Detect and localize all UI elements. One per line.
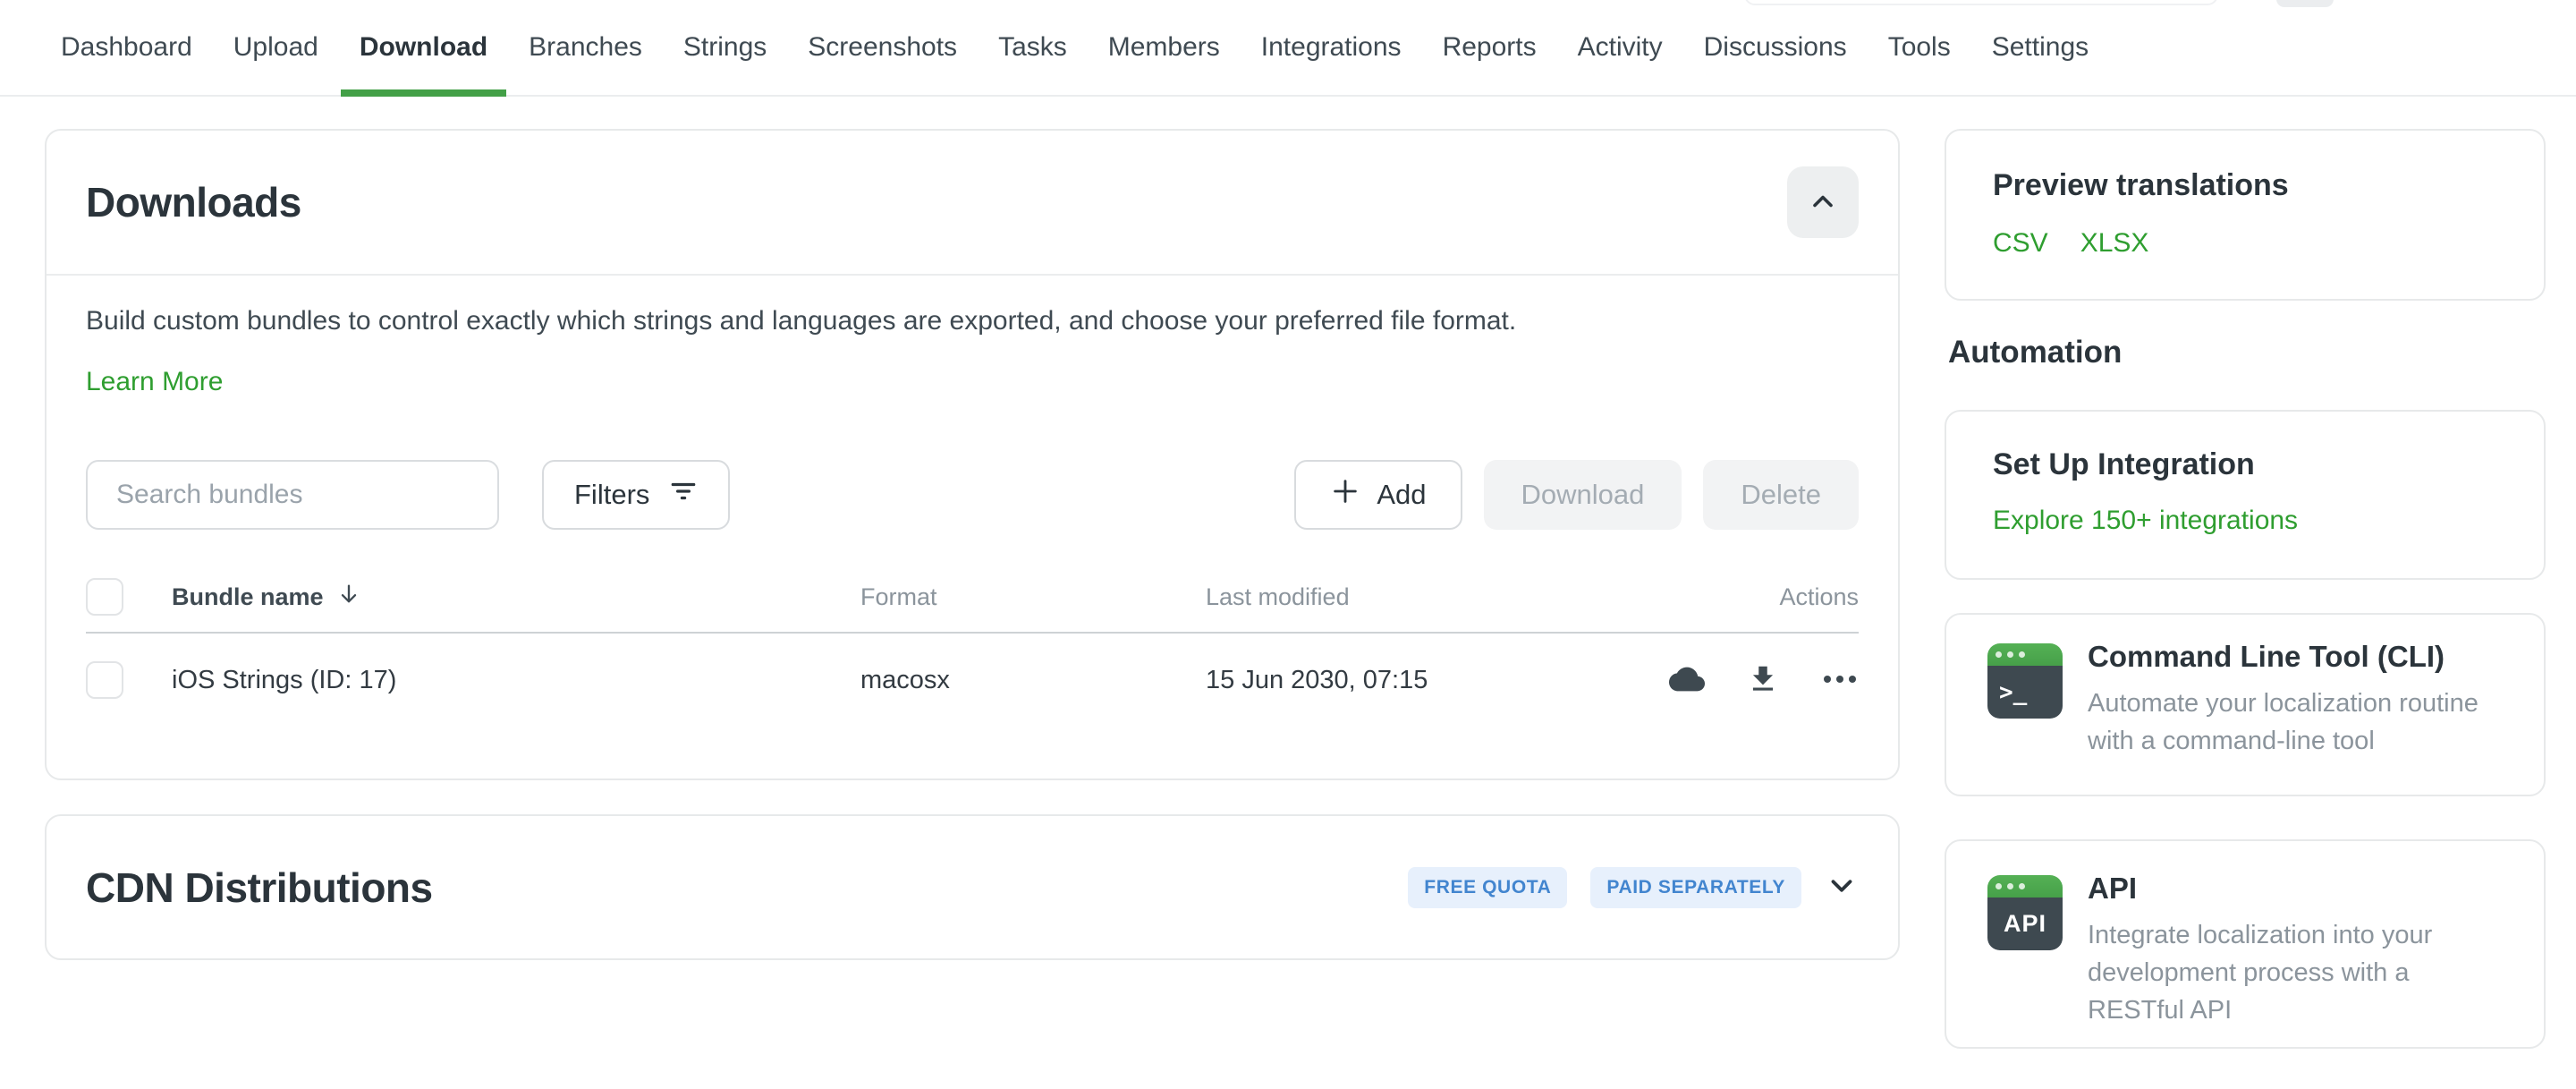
- filter-lines-icon: [669, 477, 698, 513]
- chevron-down-icon: [1825, 869, 1859, 906]
- explore-integrations-link[interactable]: Explore 150+ integrations: [1993, 506, 2298, 536]
- api-card-description: Integrate localization into your develop…: [2088, 916, 2503, 1029]
- nav-tab-integrations[interactable]: Integrations: [1241, 0, 1422, 95]
- download-row-button[interactable]: [1746, 662, 1780, 699]
- nav-tab-dashboard[interactable]: Dashboard: [40, 0, 213, 95]
- nav-tab-tools[interactable]: Tools: [1868, 0, 1971, 95]
- paid-separately-badge: PAID SEPARATELY: [1590, 867, 1801, 908]
- column-last-modified: Last modified: [1206, 583, 1653, 611]
- plus-icon: [1330, 476, 1360, 514]
- cli-promo-card[interactable]: >_ Command Line Tool (CLI) Automate your…: [1945, 613, 2546, 796]
- xlsx-link[interactable]: XLSX: [2080, 228, 2149, 259]
- collapse-downloads-button[interactable]: [1787, 166, 1859, 238]
- sort-descending-icon: [336, 582, 361, 613]
- api-promo-card[interactable]: API API Integrate localization into your…: [1945, 839, 2546, 1049]
- csv-link[interactable]: CSV: [1993, 228, 2048, 259]
- automation-heading: Automation: [1948, 335, 2122, 370]
- select-all-checkbox[interactable]: [86, 578, 123, 616]
- row-checkbox[interactable]: [86, 661, 123, 699]
- chevron-up-icon: [1807, 185, 1839, 220]
- nav-tab-reports[interactable]: Reports: [1422, 0, 1557, 95]
- bundles-table-header: Bundle name Format Last modified Actions: [86, 562, 1859, 634]
- cdn-distributions-card: CDN Distributions FREE QUOTA PAID SEPARA…: [45, 814, 1900, 960]
- expand-cdn-button[interactable]: [1825, 869, 1859, 906]
- search-input[interactable]: [86, 460, 499, 530]
- nav-tab-discussions[interactable]: Discussions: [1683, 0, 1868, 95]
- nav-tab-strings[interactable]: Strings: [663, 0, 787, 95]
- downloads-card-header: Downloads: [47, 131, 1898, 276]
- column-actions: Actions: [1653, 583, 1859, 611]
- nav-tab-upload[interactable]: Upload: [213, 0, 339, 95]
- api-card-title: API: [2088, 872, 2503, 906]
- cloud-icon: [1669, 661, 1705, 700]
- free-quota-badge: FREE QUOTA: [1408, 867, 1567, 908]
- delete-button[interactable]: Delete: [1703, 460, 1859, 530]
- ellipsis-icon: [1821, 673, 1859, 688]
- cloud-build-button[interactable]: [1669, 661, 1705, 700]
- table-row: iOS Strings (ID: 17) macosx 15 Jun 2030,…: [86, 634, 1859, 727]
- add-bundle-button[interactable]: Add: [1294, 460, 1462, 530]
- terminal-icon: >_: [1987, 643, 2063, 719]
- cli-card-title: Command Line Tool (CLI): [2088, 640, 2503, 674]
- download-button[interactable]: Download: [1484, 460, 1682, 530]
- filters-button-label: Filters: [574, 479, 649, 511]
- row-more-button[interactable]: [1821, 673, 1859, 688]
- add-button-label: Add: [1377, 479, 1426, 511]
- set-up-integration-card: Set Up Integration Explore 150+ integrat…: [1945, 410, 2546, 580]
- learn-more-link[interactable]: Learn More: [86, 367, 223, 397]
- nav-tab-download[interactable]: Download: [339, 0, 508, 95]
- set-up-integration-title: Set Up Integration: [1993, 447, 2497, 482]
- column-format: Format: [860, 583, 1206, 611]
- downloads-title: Downloads: [86, 178, 301, 226]
- nav-tab-settings[interactable]: Settings: [1971, 0, 2109, 95]
- download-icon: [1746, 662, 1780, 699]
- row-actions: [1653, 661, 1859, 700]
- top-navigation: Dashboard Upload Download Branches Strin…: [0, 0, 2576, 97]
- nav-tab-screenshots[interactable]: Screenshots: [787, 0, 978, 95]
- downloads-toolbar: Filters Add Download Delete: [86, 460, 1859, 530]
- cdn-title: CDN Distributions: [86, 864, 433, 912]
- header-search-cutoff: [1744, 0, 2218, 5]
- column-bundle-name[interactable]: Bundle name: [172, 582, 860, 613]
- cli-card-description: Automate your localization routine with …: [2088, 685, 2503, 760]
- last-modified-cell: 15 Jun 2030, 07:15: [1206, 666, 1653, 695]
- downloads-card: Downloads Build custom bundles to contro…: [45, 129, 1900, 780]
- nav-tab-branches[interactable]: Branches: [508, 0, 663, 95]
- nav-tab-activity[interactable]: Activity: [1557, 0, 1683, 95]
- nav-tab-tasks[interactable]: Tasks: [978, 0, 1088, 95]
- column-bundle-name-label: Bundle name: [172, 583, 324, 611]
- header-avatar-cutoff: [2276, 0, 2334, 7]
- preview-translations-card: Preview translations CSV XLSX: [1945, 129, 2546, 301]
- preview-translations-title: Preview translations: [1993, 168, 2497, 203]
- bundle-name-cell[interactable]: iOS Strings (ID: 17): [172, 666, 860, 695]
- downloads-description: Build custom bundles to control exactly …: [86, 306, 1859, 336]
- nav-tab-members[interactable]: Members: [1088, 0, 1241, 95]
- filters-button[interactable]: Filters: [542, 460, 730, 530]
- format-cell: macosx: [860, 666, 1206, 695]
- api-icon: API: [1987, 875, 2063, 950]
